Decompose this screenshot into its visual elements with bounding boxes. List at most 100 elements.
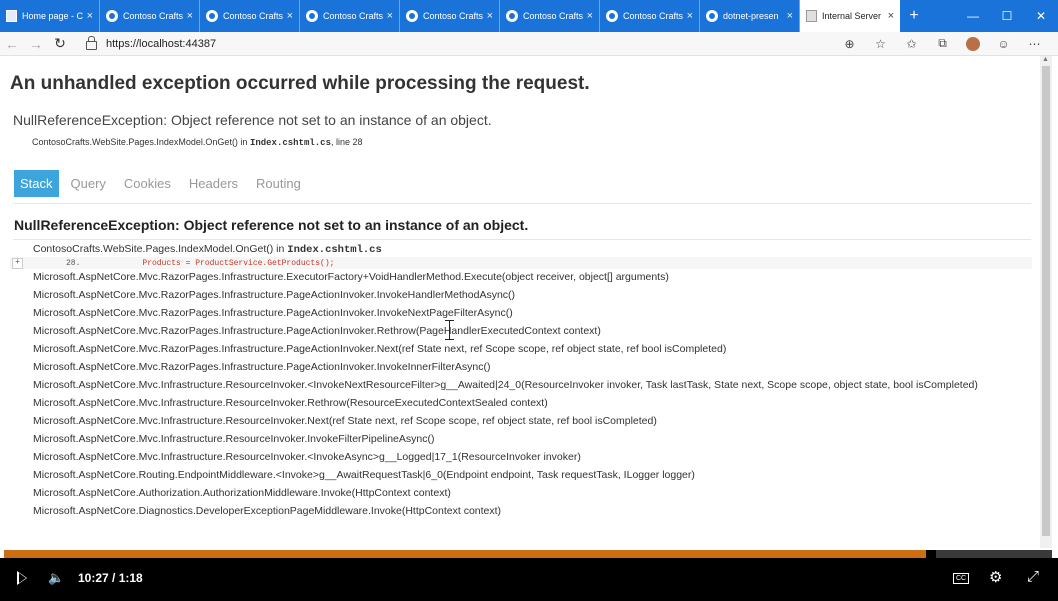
close-tab-icon[interactable]: × xyxy=(587,10,593,22)
window-controls: — ☐ ✕ xyxy=(956,0,1058,32)
close-tab-icon[interactable]: × xyxy=(87,10,93,22)
first-stack-frame: ContosoCrafts.WebSite.Pages.IndexModel.O… xyxy=(33,243,382,256)
divider xyxy=(13,203,1031,204)
tab-label: Contoso Crafts xyxy=(223,11,283,21)
browser-tab[interactable]: Contoso Crafts × xyxy=(400,0,500,32)
tab-label: Contoso Crafts xyxy=(523,11,583,21)
tab-stack[interactable]: Stack xyxy=(14,170,59,197)
stack-frame: Microsoft.AspNetCore.Mvc.Infrastructure.… xyxy=(33,451,581,463)
scroll-up-icon[interactable]: ▲ xyxy=(1042,56,1049,63)
zoom-icon[interactable]: ⊕ xyxy=(834,37,865,51)
progress-fill xyxy=(4,550,927,558)
close-tab-icon[interactable]: × xyxy=(387,10,393,22)
collections-icon[interactable]: ⧉ xyxy=(927,36,958,51)
close-window-button[interactable]: ✕ xyxy=(1024,0,1058,32)
divider xyxy=(13,239,1031,240)
close-tab-icon[interactable]: × xyxy=(787,10,793,22)
video-progress-bar[interactable] xyxy=(4,550,1052,558)
stack-frame: Microsoft.AspNetCore.Diagnostics.Develop… xyxy=(33,505,502,517)
minimize-button[interactable]: — xyxy=(956,0,990,32)
stack-frame: Microsoft.AspNetCore.Mvc.Infrastructure.… xyxy=(33,379,978,391)
browser-tab-strip: Home page - C × Contoso Crafts × Contoso Cra… xyxy=(0,0,1058,32)
stack-frame: Microsoft.AspNetCore.Mvc.Infrastructure.… xyxy=(33,433,435,445)
feedback-icon[interactable]: ☺ xyxy=(988,37,1019,51)
close-tab-icon[interactable]: × xyxy=(888,10,894,22)
profile-avatar[interactable] xyxy=(966,36,980,51)
play-icon[interactable] xyxy=(17,571,27,585)
close-tab-icon[interactable]: × xyxy=(187,10,193,22)
tab-label: dotnet-presen xyxy=(723,11,779,21)
page-title: An unhandled exception occurred while pr… xyxy=(10,73,590,94)
browser-tab[interactable]: Contoso Crafts × xyxy=(100,0,200,32)
close-tab-icon[interactable]: × xyxy=(287,10,293,22)
browser-tab[interactable]: Internal Server × xyxy=(800,0,900,32)
stack-frame: Microsoft.AspNetCore.Mvc.RazorPages.Infr… xyxy=(33,289,516,301)
settings-icon[interactable]: ⚙ xyxy=(989,568,1002,586)
github-icon xyxy=(406,10,418,22)
favorite-icon[interactable]: ☆ xyxy=(865,37,896,51)
stack-frame: Microsoft.AspNetCore.Routing.EndpointMid… xyxy=(33,469,695,481)
exception-location: ContosoCrafts.WebSite.Pages.IndexModel.O… xyxy=(32,137,363,148)
favorites-list-icon[interactable]: ✩ xyxy=(896,37,927,51)
tab-cookies[interactable]: Cookies xyxy=(118,170,177,197)
github-icon xyxy=(106,10,118,22)
refresh-button[interactable]: ↻ xyxy=(48,35,72,52)
close-tab-icon[interactable]: × xyxy=(487,10,493,22)
github-icon xyxy=(306,10,318,22)
browser-tab[interactable]: Contoso Crafts × xyxy=(300,0,400,32)
stack-frame: Microsoft.AspNetCore.Mvc.RazorPages.Infr… xyxy=(33,325,601,337)
page-scrollbar[interactable]: ▲ xyxy=(1040,56,1052,548)
more-menu-icon[interactable]: ⋯ xyxy=(1019,37,1050,51)
close-tab-icon[interactable]: × xyxy=(687,10,693,22)
line-number: 28. xyxy=(66,258,81,268)
stack-frame: Microsoft.AspNetCore.Mvc.Infrastructure.… xyxy=(33,415,657,427)
frame-file: Index.cshtml.cs xyxy=(287,244,382,256)
detail-tabs: Stack Query Cookies Headers Routing xyxy=(14,170,313,197)
exception-title: NullReferenceException: Object reference… xyxy=(13,112,492,128)
stack-frame-list: Microsoft.AspNetCore.Mvc.RazorPages.Infr… xyxy=(33,271,1018,523)
text-cursor-icon xyxy=(445,320,454,340)
tab-label: Contoso Crafts xyxy=(623,11,683,21)
url-field[interactable]: https://localhost:44387 xyxy=(106,38,216,50)
browser-tab[interactable]: Contoso Crafts × xyxy=(200,0,300,32)
source-code-line: + 28. Products = ProductService.GetProdu… xyxy=(10,257,1032,269)
location-line: , line 28 xyxy=(330,137,363,147)
progress-divider xyxy=(926,550,937,558)
address-bar: ← → ↻ https://localhost:44387 ⊕ ☆ ✩ ⧉ ☺ … xyxy=(0,32,1058,56)
browser-tab[interactable]: dotnet-presen × xyxy=(700,0,800,32)
browser-tab[interactable]: Contoso Crafts × xyxy=(500,0,600,32)
back-button[interactable]: ← xyxy=(0,36,24,52)
github-icon xyxy=(206,10,218,22)
browser-tab[interactable]: Home page - C × xyxy=(0,0,100,32)
stack-heading: NullReferenceException: Object reference… xyxy=(14,217,529,233)
github-icon xyxy=(706,10,718,22)
fullscreen-icon[interactable]: ⤢ xyxy=(1027,568,1039,585)
tab-query[interactable]: Query xyxy=(65,170,112,197)
new-tab-button[interactable]: + xyxy=(900,0,928,32)
volume-icon[interactable]: 🔈 xyxy=(48,570,64,586)
stack-frame: Microsoft.AspNetCore.Mvc.RazorPages.Infr… xyxy=(33,343,727,355)
stack-frame: Microsoft.AspNetCore.Mvc.Infrastructure.… xyxy=(33,397,548,409)
scrollbar-thumb[interactable] xyxy=(1042,66,1050,536)
github-icon xyxy=(606,10,618,22)
tab-routing[interactable]: Routing xyxy=(250,170,307,197)
tab-list: Home page - C × Contoso Crafts × Contoso Cra… xyxy=(0,0,900,32)
playback-time: 10:27 / 1:18 xyxy=(78,571,143,585)
forward-button[interactable]: → xyxy=(24,36,48,52)
location-method: ContosoCrafts.WebSite.Pages.IndexModel.O… xyxy=(32,137,250,147)
tab-label: Internal Server xyxy=(822,11,882,21)
stack-frame: Microsoft.AspNetCore.Mvc.RazorPages.Infr… xyxy=(33,271,669,283)
source-code-text: Products = ProductService.GetProducts(); xyxy=(142,258,335,268)
lock-icon xyxy=(86,36,97,50)
captions-button[interactable]: CC xyxy=(953,573,970,584)
stack-frame: Microsoft.AspNetCore.Authorization.Autho… xyxy=(33,487,451,499)
tab-label: Contoso Crafts xyxy=(423,11,483,21)
stack-frame: Microsoft.AspNetCore.Mvc.RazorPages.Infr… xyxy=(33,361,491,373)
expand-source-button[interactable]: + xyxy=(12,257,23,269)
tab-headers[interactable]: Headers xyxy=(183,170,244,197)
maximize-button[interactable]: ☐ xyxy=(990,0,1024,32)
tab-label: Contoso Crafts xyxy=(323,11,383,21)
browser-tab[interactable]: Contoso Crafts × xyxy=(600,0,700,32)
tab-label: Contoso Crafts xyxy=(123,11,183,21)
page-icon xyxy=(806,10,817,22)
